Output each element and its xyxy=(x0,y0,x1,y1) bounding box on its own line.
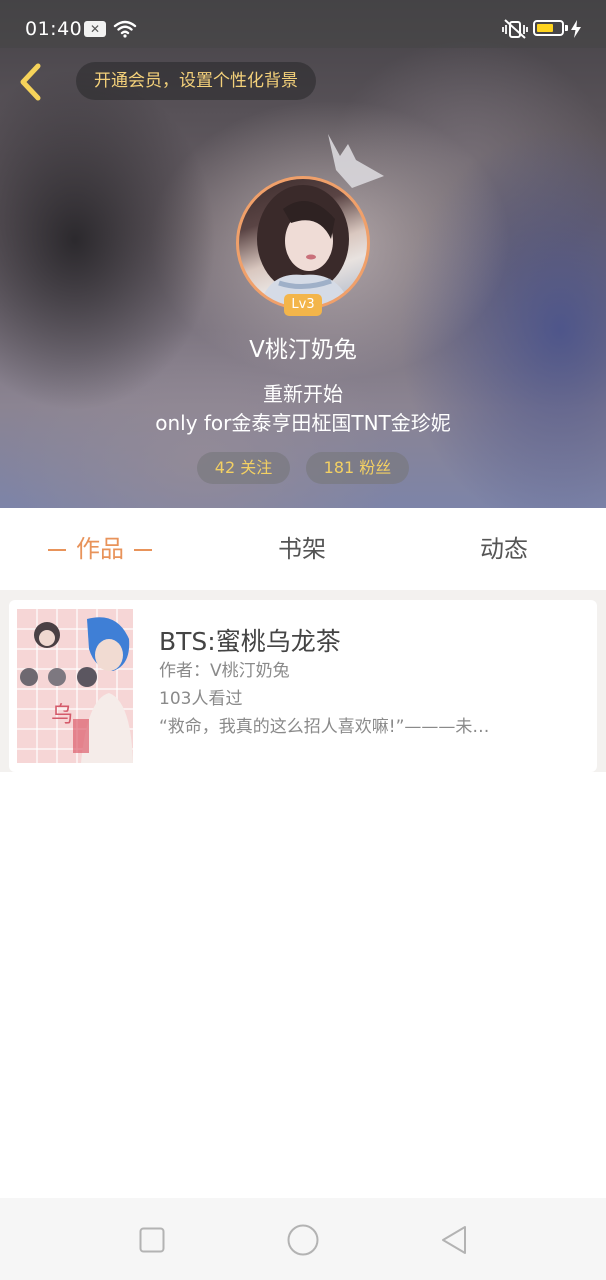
bio-line-2: only for金泰亨田柾国TNT金珍妮 xyxy=(155,411,451,435)
following-count-button[interactable]: 42 关注 xyxy=(197,452,290,484)
system-navigation-bar xyxy=(0,1198,606,1280)
tab-active-dash-right xyxy=(134,549,152,551)
list-item[interactable]: 乌 BTS:蜜桃乌龙茶 作者：V桃汀奶兔 103人看过 “救命，我真的这么招人喜… xyxy=(9,600,597,772)
message-notification-icon: ✕ xyxy=(84,21,106,37)
vip-background-prompt[interactable]: 开通会员，设置个性化背景 xyxy=(76,62,316,100)
back-button[interactable] xyxy=(14,60,50,104)
fans-count-button[interactable]: 181 粉丝 xyxy=(306,452,409,484)
tab-active-dash-left xyxy=(48,549,66,551)
status-time: 01:40 xyxy=(25,18,83,40)
profile-tabs: 作品 书架 动态 xyxy=(0,508,606,590)
tab-activity[interactable]: 动态 xyxy=(480,508,528,590)
charging-icon xyxy=(571,20,581,38)
section-divider xyxy=(0,590,606,600)
vibrate-icon xyxy=(502,19,528,39)
back-triangle-icon[interactable] xyxy=(440,1225,468,1255)
profile-header: 01:40 ✕ 开通会员，设置个性化背景 Lv3 V桃汀奶兔 重新开始 only… xyxy=(0,0,606,508)
work-view-count: 103人看过 xyxy=(159,689,243,709)
wifi-icon xyxy=(113,20,137,38)
bio-line-1: 重新开始 xyxy=(263,382,343,406)
cover-art xyxy=(17,609,133,763)
level-badge: Lv3 xyxy=(284,294,322,316)
work-cover-image: 乌 xyxy=(17,609,133,763)
tab-works[interactable]: 作品 xyxy=(38,508,162,590)
cover-calligraphy: 乌 xyxy=(51,703,74,728)
battery-level xyxy=(537,24,553,32)
battery-icon xyxy=(533,20,564,36)
tab-bookshelf[interactable]: 书架 xyxy=(278,508,326,590)
recent-apps-square-icon[interactable] xyxy=(139,1227,165,1253)
avatar-photo xyxy=(257,185,351,307)
work-excerpt: “救命，我真的这么招人喜欢嘛!”———未… xyxy=(159,717,490,737)
status-bar: 01:40 ✕ xyxy=(0,0,606,48)
home-circle-icon[interactable] xyxy=(287,1224,319,1256)
chevron-left-icon xyxy=(20,63,41,101)
work-author: 作者：V桃汀奶兔 xyxy=(159,661,290,681)
nickname: V桃汀奶兔 xyxy=(249,337,357,363)
work-title: BTS:蜜桃乌龙茶 xyxy=(159,627,341,656)
tab-works-label: 作品 xyxy=(76,535,124,563)
avatar[interactable] xyxy=(236,176,370,310)
battery-tip xyxy=(565,25,568,31)
